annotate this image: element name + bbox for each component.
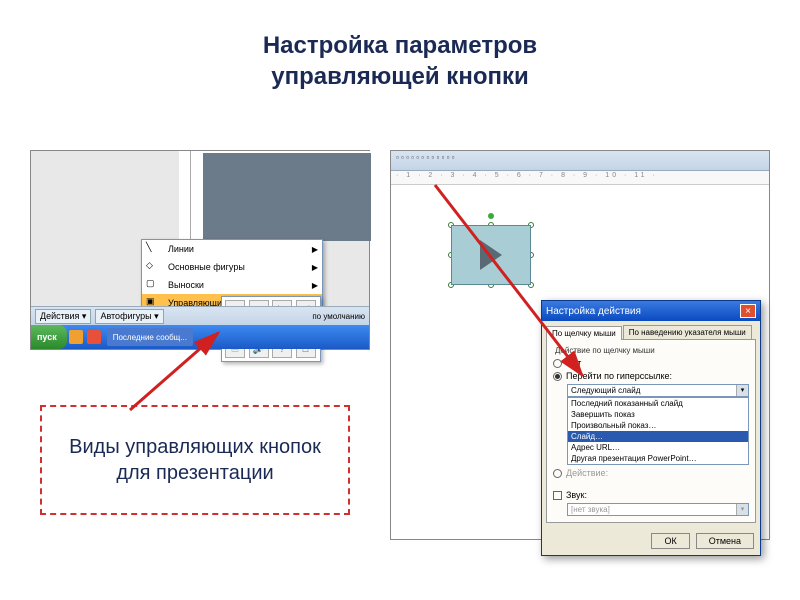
sound-dropdown: [нет звука] ▾ [567,503,749,516]
default-label: по умолчанию [312,312,365,321]
radio-icon [553,359,562,368]
option-label: Нет [566,358,581,368]
slide-canvas: Настройка действия × По щелчку мыши По н… [391,185,769,539]
formatting-toolbar: ▫ ▫ ▫ ▫ ▫ ▫ ▫ ▫ ▫ ▫ ▫ ▫ [391,151,769,171]
menu-item-lines[interactable]: ╲ Линии ▶ [142,240,322,258]
option-run-action: Действие: [553,468,749,478]
dialog-body: Действие по щелчку мыши Нет Перейти по г… [546,339,756,523]
lines-icon: ╲ [146,242,162,256]
slide-canvas [191,151,371,241]
caption-text: Виды управляющих кнопок для презентации [52,434,338,486]
caption-box: Виды управляющих кнопок для презентации [40,405,350,515]
chevron-down-icon: ▾ [736,385,748,396]
radio-icon [553,469,562,478]
screenshot-autoshapes-menu: ╲ Линии ▶ ◇ Основные фигуры ▶ ▢ Выноски … [30,150,370,350]
chevron-down-icon: ▾ [736,504,748,515]
menu-item-callouts[interactable]: ▢ Выноски ▶ [142,276,322,294]
dialog-titlebar[interactable]: Настройка действия × [542,301,760,321]
list-item[interactable]: Слайд… [568,431,748,442]
menu-item-basic-shapes[interactable]: ◇ Основные фигуры ▶ [142,258,322,276]
autoshapes-dropdown[interactable]: Автофигуры ▾ [95,309,163,324]
ok-button[interactable]: ОК [651,533,689,549]
taskbar-app-icon[interactable] [87,330,101,344]
play-icon [480,240,502,270]
title-line-1: Настройка параметров [0,30,800,61]
chevron-right-icon: ▶ [312,263,318,272]
action-settings-dialog: Настройка действия × По щелчку мыши По н… [541,300,761,556]
option-label: Перейти по гиперссылке: [566,371,672,381]
list-item[interactable]: Завершить показ [568,409,748,420]
close-button[interactable]: × [740,304,756,318]
screenshot-action-settings: ▫ ▫ ▫ ▫ ▫ ▫ ▫ ▫ ▫ ▫ ▫ ▫ · 1 · 2 · 3 · 4 … [390,150,770,540]
actions-dropdown[interactable]: Действия ▾ [35,309,91,324]
list-item[interactable]: Адрес URL… [568,442,748,453]
hyperlink-dropdown[interactable]: Следующий слайд ▾ [567,384,749,397]
chevron-right-icon: ▶ [312,245,318,254]
start-label: пуск [37,332,57,342]
dropdown-value: [нет звука] [571,505,610,514]
menu-item-label: Выноски [168,280,204,290]
dialog-tabs: По щелчку мыши По наведению указателя мы… [546,325,756,339]
taskbar-item[interactable]: Последние сообщ... [107,328,193,346]
taskbar-item-label: Последние сообщ... [113,333,187,342]
taskbar-app-icon[interactable] [69,330,83,344]
option-hyperlink[interactable]: Перейти по гиперссылке: [553,371,749,381]
cancel-button[interactable]: Отмена [696,533,754,549]
windows-taskbar: пуск Последние сообщ... [31,325,369,349]
list-item[interactable]: Последний показанный слайд [568,398,748,409]
list-item[interactable]: Произвольный показ… [568,420,748,431]
checkbox-icon [553,491,562,500]
checkbox-sound[interactable]: Звук: [553,490,749,500]
checkbox-label: Звук: [566,490,587,500]
radio-icon [553,372,562,381]
option-none[interactable]: Нет [553,358,749,368]
dialog-buttons: ОК Отмена [542,527,760,555]
action-button-shape[interactable] [451,225,531,285]
menu-item-label: Основные фигуры [168,262,245,272]
horizontal-ruler: · 1 · 2 · 3 · 4 · 5 · 6 · 7 · 8 · 9 · 10… [391,171,769,185]
option-label: Действие: [566,468,608,478]
vertical-ruler [179,151,191,241]
dropdown-value: Следующий слайд [571,386,640,395]
dialog-title: Настройка действия [546,306,641,317]
callouts-icon: ▢ [146,278,162,292]
page-title: Настройка параметров управляющей кнопки [0,0,800,112]
list-item[interactable]: Другая презентация PowerPoint… [568,453,748,464]
menu-item-label: Линии [168,244,194,254]
drawing-toolbar: Действия ▾ Автофигуры ▾ по умолчанию [31,306,369,326]
tab-mouse-click[interactable]: По щелчку мыши [546,326,622,340]
rotation-handle[interactable] [488,213,494,219]
section-label: Действие по щелчку мыши [555,346,749,355]
shapes-icon: ◇ [146,260,162,274]
start-button[interactable]: пуск [31,325,67,349]
hyperlink-listbox: Последний показанный слайд Завершить пок… [567,397,749,465]
tab-mouse-over[interactable]: По наведению указателя мыши [623,325,752,339]
chevron-right-icon: ▶ [312,281,318,290]
title-line-2: управляющей кнопки [0,61,800,92]
